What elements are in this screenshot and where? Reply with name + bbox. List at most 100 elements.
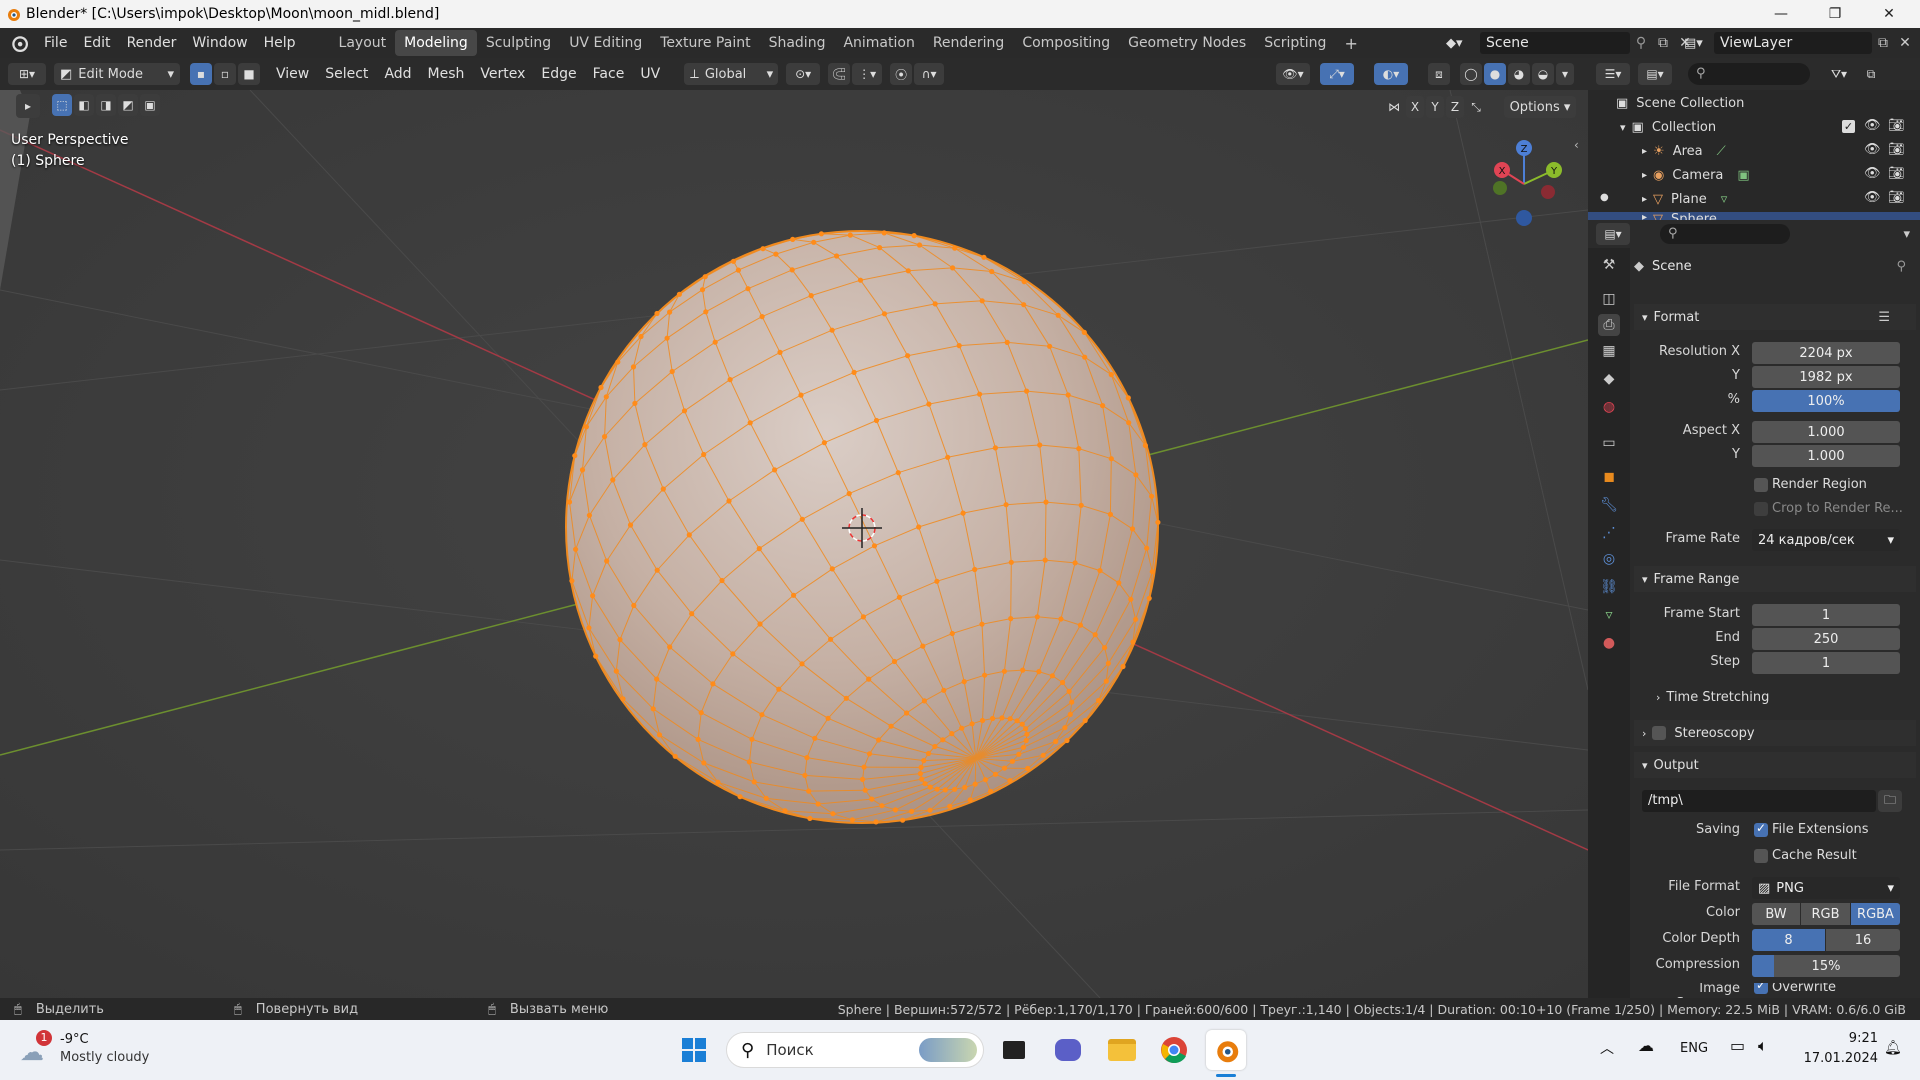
resolution-x-field[interactable]: 2204 px [1752,342,1900,364]
mesh-vertex[interactable] [719,577,725,584]
outliner-search-input[interactable]: ⚲ [1688,63,1810,85]
mesh-vertex[interactable] [1064,737,1070,744]
file-extensions-checkbox[interactable] [1754,821,1768,837]
mesh-vertex[interactable] [1081,329,1087,335]
chevron-right-icon[interactable]: ▸ [1642,146,1647,157]
mesh-vertex[interactable] [1047,343,1053,349]
mesh-vertex[interactable] [1037,442,1043,448]
mesh-vertex[interactable] [866,676,872,682]
mesh-vertex[interactable] [710,681,716,687]
mesh-vertex[interactable] [1069,699,1075,705]
mesh-vertex[interactable] [1053,738,1059,745]
mesh-vertex[interactable] [891,658,898,665]
blender-menu-icon[interactable] [10,33,30,53]
mesh-vertex[interactable] [613,668,619,674]
language-indicator[interactable]: ENG [1680,1041,1708,1056]
frame-range-panel-header[interactable]: ▾ Frame Range [1634,566,1916,592]
mesh-vertex[interactable] [972,566,978,573]
new-scene-icon[interactable]: ⧉ [1652,35,1674,51]
mesh-vertex[interactable] [900,817,906,823]
mesh-vertex[interactable] [603,394,609,400]
mesh-vertex[interactable] [656,732,663,738]
mesh-vertex[interactable] [586,625,592,631]
select-intersect-button[interactable]: ▣ [140,94,160,116]
mesh-vertex[interactable] [1103,678,1109,684]
mesh-vertex[interactable] [782,808,788,814]
filter-button[interactable]: ⛛▾ [1822,63,1856,85]
shading-material-button[interactable]: ◕ [1508,63,1530,85]
mesh-vertex[interactable] [952,245,958,251]
mesh-vertex[interactable] [896,594,903,600]
mesh-vertex[interactable] [977,391,983,397]
mesh-vertex[interactable] [1049,673,1055,679]
mesh-vertex[interactable] [972,781,978,787]
mesh-vertex[interactable] [791,592,797,598]
viewlayer-selector[interactable]: ▤▾ ViewLayer ⧉ ✕ [1684,31,1916,55]
shading-solid-button[interactable]: ● [1484,63,1506,85]
time-stretching-subpanel[interactable]: › Time Stretching [1656,690,1769,705]
viewport-canvas[interactable] [0,90,1588,998]
mesh-vertex[interactable] [686,532,692,538]
mesh-vertex[interactable] [703,309,709,315]
mesh-vertex[interactable] [1120,663,1126,670]
mesh-vertex[interactable] [789,267,795,273]
mesh-vertex[interactable] [934,578,940,584]
mesh-vertex[interactable] [843,695,849,701]
stereoscopy-checkbox[interactable] [1652,726,1667,740]
mesh-vertex[interactable] [654,310,660,317]
mesh-vertex[interactable] [879,803,885,809]
mesh-vertex[interactable] [664,335,670,341]
mesh-vertex[interactable] [586,512,593,518]
mesh-vertex[interactable] [730,258,737,264]
tab-geometry-nodes[interactable]: Geometry Nodes [1119,30,1255,56]
mesh-vertex[interactable] [857,277,864,283]
mesh-vertex[interactable] [987,788,994,794]
mesh-vertex[interactable] [1116,580,1122,586]
mesh-vertex[interactable] [927,807,933,813]
mesh-vertex[interactable] [1082,717,1088,724]
mesh-vertex[interactable] [1128,596,1134,602]
mesh-vertex[interactable] [959,725,965,731]
mesh-vertex[interactable] [654,676,660,682]
mesh-vertex[interactable] [811,239,817,245]
menu-file[interactable]: File [36,35,75,51]
mesh-vertex[interactable] [821,440,828,446]
mesh-vertex[interactable] [812,735,818,741]
restore-button[interactable]: ❐ [1808,0,1862,28]
mesh-vertex[interactable] [990,715,996,722]
scene-tab-icon[interactable]: ◆ [1598,368,1620,390]
mesh-vertex[interactable] [942,787,948,793]
mesh-vertex[interactable] [676,291,683,297]
shading-options-button[interactable]: ▾ [1556,63,1574,85]
mesh-vertex[interactable] [982,672,988,678]
menu-add[interactable]: Add [376,66,419,82]
menu-face[interactable]: Face [585,66,633,82]
menu-window[interactable]: Window [184,35,255,51]
mesh-vertex[interactable] [860,776,866,783]
mesh-vertex[interactable] [947,803,953,809]
new-viewlayer-icon[interactable]: ⧉ [1872,35,1894,51]
render-region-checkbox[interactable] [1754,478,1768,492]
mesh-vertex[interactable] [617,637,623,643]
mesh-vertex[interactable] [921,758,927,764]
mesh-vertex[interactable] [1092,632,1098,638]
mesh-vertex[interactable] [916,242,923,248]
3d-viewport[interactable]: User Perspective (1) Sphere ▸ ⬚ ◧ ◨ ◩ ▣ … [0,90,1588,998]
crop-checkbox[interactable] [1754,502,1768,516]
output-panel-header[interactable]: ▾ Output [1634,752,1916,778]
mesh-vertex[interactable] [681,408,688,414]
mesh-vertex[interactable] [746,759,753,765]
mesh-vertex[interactable] [1155,519,1161,525]
mesh-vertex[interactable] [927,784,933,790]
particles-tab-icon[interactable]: ⋰ [1598,522,1620,544]
mesh-vertex[interactable] [727,377,733,383]
task-view-icon[interactable] [994,1030,1034,1070]
network-icon[interactable]: ▭ [1730,1036,1745,1055]
mesh-vertex[interactable] [904,710,910,716]
outliner-row-camera[interactable]: ▸ ◉ Camera ▣ 👁︎ 📷︎ [1588,164,1920,186]
chevron-down-icon[interactable]: ▾ [1620,121,1626,134]
mesh-vertex[interactable] [979,621,985,627]
mesh-vertex[interactable] [1072,560,1078,566]
outliner-row-collection[interactable]: ▾ ▣ Collection ✓ 👁︎ 📷︎ [1588,116,1920,138]
chrome-icon[interactable] [1154,1030,1194,1070]
